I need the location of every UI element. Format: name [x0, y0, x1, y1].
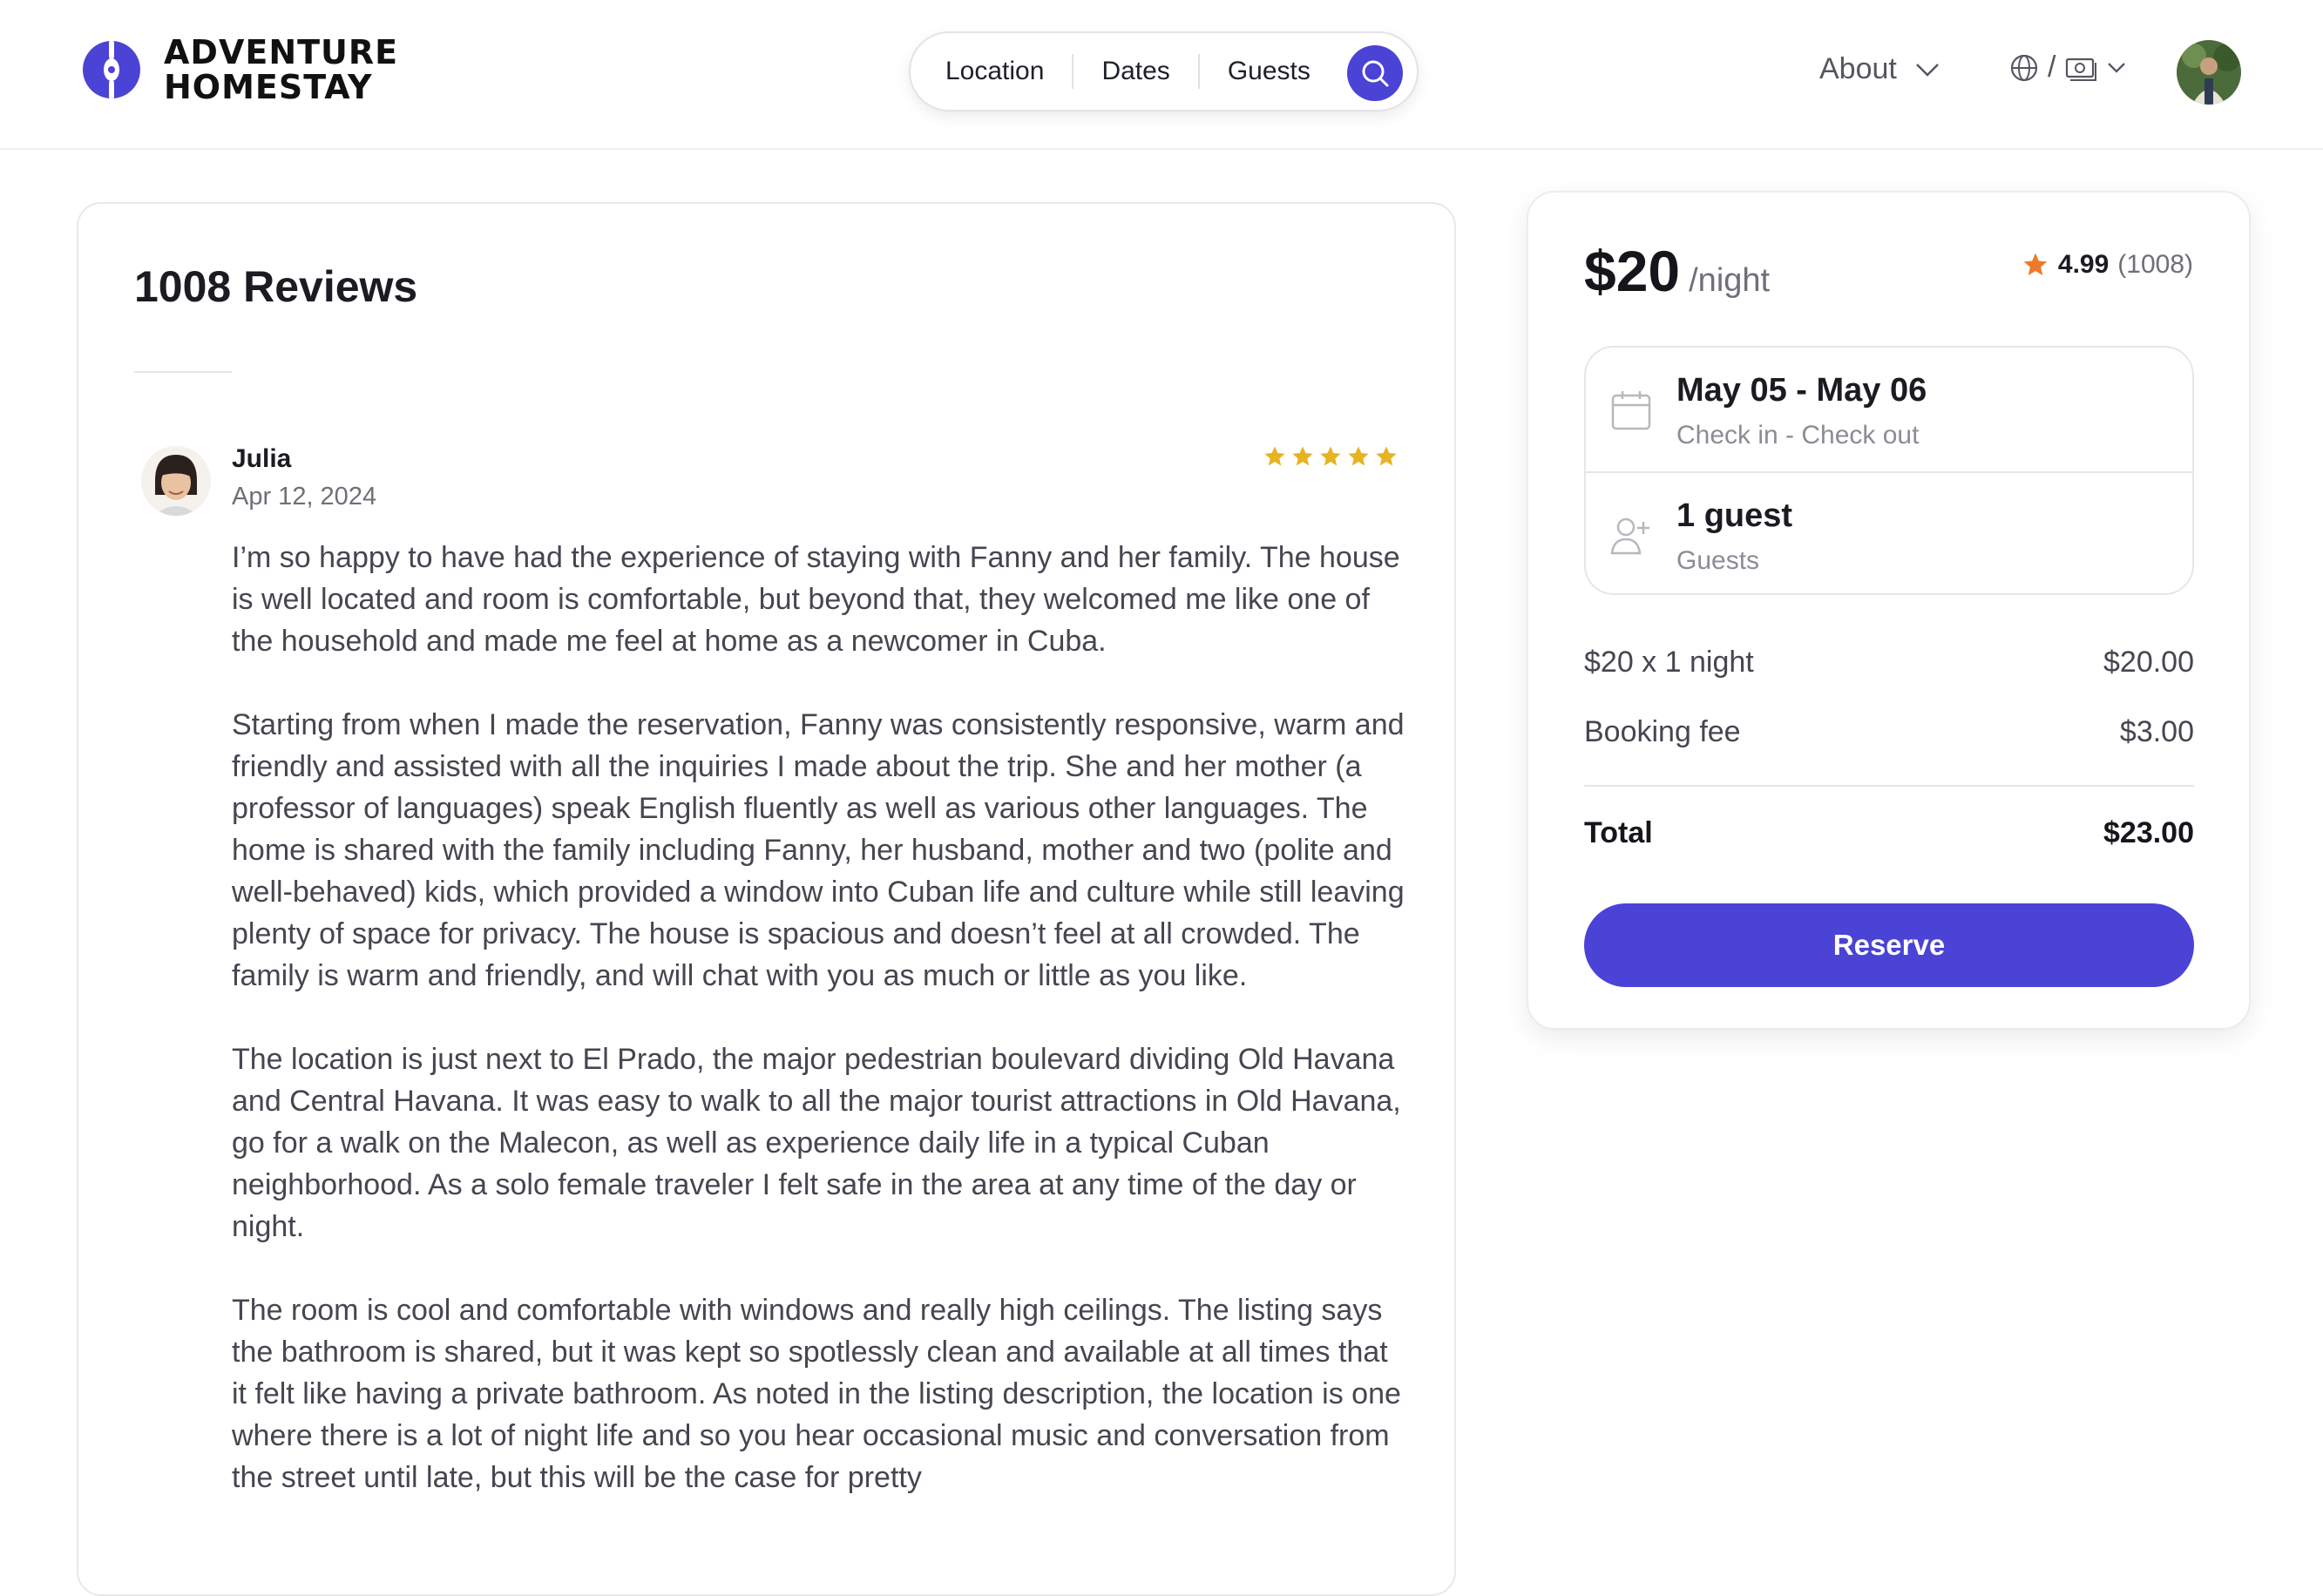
star-icon — [2023, 253, 2048, 275]
booking-panel: $20 /night 4.99 (1008) May 05 - May 06 C… — [1527, 191, 2251, 1030]
price-unit: /night — [1689, 262, 1771, 299]
star-icon — [1292, 446, 1313, 466]
chevron-down-icon — [2108, 62, 2126, 73]
review-paragraph: The room is cool and comfortable with wi… — [232, 1294, 1401, 1494]
banknote-icon — [2066, 57, 2097, 81]
globe-icon — [2010, 54, 2038, 81]
total-amount: $23.00 — [2103, 816, 2194, 849]
star-icon — [1264, 446, 1285, 466]
fee-label: Booking fee — [1584, 715, 1741, 748]
logo-icon — [83, 40, 140, 99]
nights-line-item: $20 x 1 night $20.00 — [1584, 646, 2194, 680]
total-label: Total — [1584, 816, 1653, 849]
brand-line-1: ADVENTURE — [164, 33, 399, 71]
review-star-rating — [1263, 444, 1399, 469]
star-icon — [1348, 446, 1369, 466]
review-paragraph: The location is just next to El Prado, t… — [232, 1043, 1401, 1243]
search-location[interactable]: Location — [911, 57, 1072, 86]
search-dates[interactable]: Dates — [1073, 57, 1197, 86]
listing-rating: 4.99 (1008) — [2022, 250, 2193, 280]
locale-currency-menu[interactable]: / — [2009, 51, 2127, 85]
profile-avatar[interactable] — [2177, 40, 2241, 105]
date-picker[interactable]: May 05 - May 06 Check in - Check out — [1586, 348, 2192, 471]
review-paragraph: Starting from when I made the reservatio… — [232, 708, 1405, 992]
dates-value: May 05 - May 06 — [1676, 372, 1927, 409]
total-line-item: Total $23.00 — [1584, 816, 2194, 850]
brand-wordmark: ADVENTURE HOMESTAY — [164, 35, 398, 105]
reviews-heading: 1008 Reviews — [134, 262, 418, 311]
nightly-price: $20 /night — [1584, 238, 1770, 304]
reviewer-name: Julia — [232, 444, 292, 473]
user-avatar-image — [2177, 40, 2241, 105]
booking-picker: May 05 - May 06 Check in - Check out 1 g… — [1584, 346, 2194, 595]
rating-value: 4.99 — [2057, 250, 2110, 279]
add-user-icon — [1610, 517, 1649, 555]
about-label: About — [1819, 52, 1897, 85]
nights-label: $20 x 1 night — [1584, 646, 1754, 679]
rating-count: (1008) — [2117, 250, 2193, 279]
search-guests[interactable]: Guests — [1200, 57, 1338, 86]
search-bar[interactable]: Location Dates Guests — [909, 31, 1419, 112]
fee-line-item: Booking fee $3.00 — [1584, 715, 2194, 749]
totals-divider — [1584, 785, 2194, 787]
guests-value: 1 guest — [1676, 497, 1793, 534]
price-amount: $20 — [1584, 239, 1681, 303]
brand-logo[interactable]: ADVENTURE HOMESTAY — [82, 35, 398, 105]
calendar-icon — [1611, 391, 1651, 430]
about-menu[interactable]: About — [1819, 52, 1940, 86]
review-paragraph: I’m so happy to have had the experience … — [232, 541, 1400, 658]
guest-picker[interactable]: 1 guest Guests — [1586, 471, 2192, 593]
chevron-down-icon — [1915, 63, 1939, 77]
review-date: Apr 12, 2024 — [232, 483, 377, 511]
dates-caption: Check in - Check out — [1676, 421, 1920, 450]
fee-amount: $3.00 — [2119, 715, 2194, 748]
locale-separator: / — [2048, 51, 2056, 84]
star-icon — [1376, 446, 1397, 466]
reviews-panel: 1008 Reviews Julia Apr 12, 2024 I’m so h… — [77, 202, 1456, 1596]
top-navigation-bar: ADVENTURE HOMESTAY Location Dates Guests… — [0, 0, 2323, 150]
review-text: I’m so happy to have had the experience … — [232, 537, 1408, 1540]
nights-amount: $20.00 — [2103, 646, 2194, 679]
brand-line-2: HOMESTAY — [164, 68, 373, 106]
heading-divider — [134, 371, 232, 373]
search-icon — [1362, 60, 1389, 87]
search-button[interactable] — [1347, 45, 1403, 101]
guests-caption: Guests — [1676, 546, 1760, 575]
reserve-button[interactable]: Reserve — [1584, 903, 2194, 987]
reviewer-avatar — [141, 446, 211, 516]
reviewer-photo — [141, 446, 211, 516]
star-icon — [1320, 446, 1341, 466]
